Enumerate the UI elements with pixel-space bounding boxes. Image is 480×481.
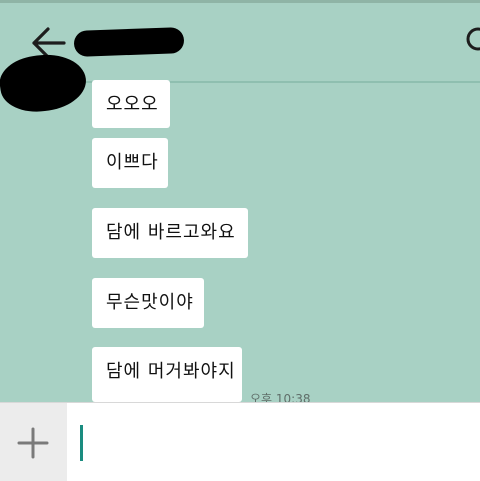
message-text: 담에 바르고와요 (106, 222, 236, 243)
plus-icon (17, 427, 49, 459)
message-bubble[interactable]: 오오오 (92, 80, 170, 128)
message-list[interactable]: 오오오 이쁘다 담에 바르고와요 무슨맛이야 담에 머거봐야지 오후 10:38 (0, 80, 480, 402)
text-caret (80, 425, 83, 461)
message-input-bar (0, 402, 480, 481)
message-bubble[interactable]: 이쁘다 (92, 138, 168, 188)
message-text: 무슨맛이야 (106, 292, 194, 313)
message-text: 이쁘다 (106, 152, 159, 173)
search-icon (466, 27, 480, 51)
message-bubble[interactable]: 담에 바르고와요 (92, 208, 248, 258)
message-text: 오오오 (106, 94, 159, 115)
contact-name-redaction (73, 27, 185, 57)
chat-screen: 오오오 이쁘다 담에 바르고와요 무슨맛이야 담에 머거봐야지 오후 10:38 (0, 0, 480, 481)
search-button[interactable] (462, 21, 480, 59)
message-timestamp: 오후 10:38 (250, 392, 311, 402)
message-text: 담에 머거봐야지 (106, 361, 236, 382)
attach-button[interactable] (0, 403, 67, 481)
message-bubble[interactable]: 담에 머거봐야지 (92, 347, 242, 402)
message-bubble[interactable]: 무슨맛이야 (92, 278, 204, 328)
message-input[interactable] (67, 403, 480, 481)
